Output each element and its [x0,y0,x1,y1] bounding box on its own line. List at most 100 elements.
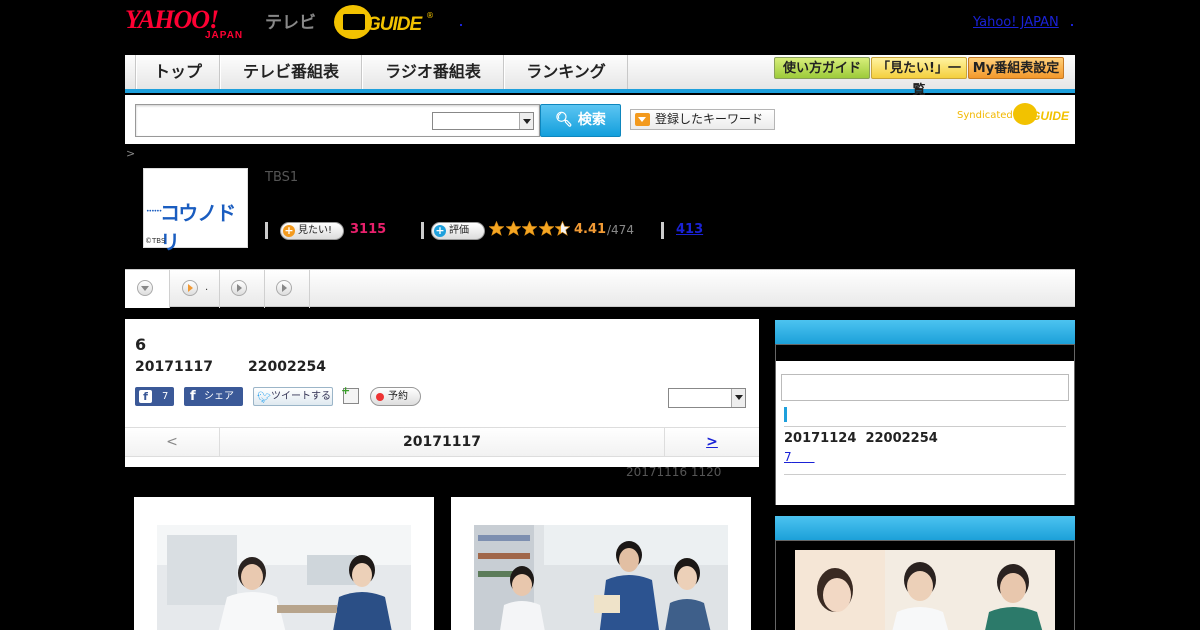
syndicated-label: Syndicated [957,110,1013,121]
registered-mark: ® [426,11,434,20]
sidebar-promo-image[interactable] [795,550,1055,630]
tab-2[interactable]: . [170,270,220,308]
want-count: 3115 [350,222,387,237]
updated-timestamp: 20171116 1120 [626,465,722,479]
want-to-watch-button[interactable]: + 見たい! [280,222,344,240]
prev-day-button[interactable]: < [125,428,220,456]
chevron-down-icon [519,113,533,129]
nav-tab-top[interactable]: トップ [136,55,220,89]
reserve-button[interactable]: 予約 [370,387,421,406]
saved-keywords-label: 登録したキーワード [655,112,764,126]
chevron-down-icon [137,280,153,296]
tab-3[interactable] [220,270,265,308]
plus-icon: + [341,384,351,397]
divider [661,222,664,239]
record-icon [376,393,384,401]
want-list-button[interactable]: 「見たい!」一覧 [871,57,967,98]
star-icon [489,221,504,236]
episode-photo-2-image [474,525,728,630]
tab-4[interactable] [265,270,310,308]
syndicated-logo-text: GUIDE [1031,109,1070,123]
usage-guide-button[interactable]: 使い方ガイド [774,57,870,79]
next-episode-link[interactable]: 7 [784,450,815,464]
thumbnail-dots: •••••• [146,208,162,215]
episode-photo-1[interactable] [134,497,434,630]
plus-icon: + [434,224,446,237]
tweet-button[interactable]: 🐦︎ ツイートする [253,387,333,406]
want-to-watch-label: 見たい! [298,225,333,236]
twitter-bird-icon: 🐦︎ [257,391,271,404]
rate-label: 評価 [449,225,469,236]
search-bar: 🔍︎ 検索 登録したキーワード Syndicated GUIDE [125,95,1075,144]
sidebar-box-1: 20171124 22002254 7 [775,344,1075,505]
tv-label[interactable]: テレビ [265,8,316,33]
thumbnail-title: コウノドリ [160,201,236,254]
header-dot-link[interactable] [460,24,462,26]
divider [265,222,268,239]
divider [784,426,1066,427]
facebook-share-label: シェア [204,391,234,402]
play-icon [276,280,292,296]
episode-time: 22002254 [248,359,326,375]
next-broadcast-info: 20171124 22002254 [784,431,938,446]
episode-photo-1-image [157,525,411,630]
syndicated-gguide-logo: GUIDE [1013,103,1070,127]
yahoo-japan-logo[interactable]: YAHOO! JAPAN [125,5,265,43]
facebook-share-button[interactable]: f シェア [184,387,243,406]
nav-tab-radio-listings[interactable]: ラジオ番組表 [362,55,504,89]
yahoo-japan-link[interactable]: Yahoo! JAPAN [973,15,1059,30]
calendar-add-icon[interactable]: + [341,384,359,404]
star-icon [505,221,521,236]
episode-title: 6 [135,335,147,354]
next-broadcast-time: 22002254 [865,431,938,446]
sidebar-box-1-body: 20171124 22002254 7 [776,361,1074,505]
chevron-down-icon [731,389,745,407]
facebook-count: 7 [162,391,169,402]
next-episode-link-label: 7 [784,450,792,464]
dropdown-arrow-icon [635,113,650,126]
star-icon [522,221,537,236]
breadcrumb[interactable]: > [126,147,135,160]
search-category-select[interactable] [432,112,534,130]
nav-tab-tv-listings[interactable]: テレビ番組表 [220,55,362,89]
gguide-logo[interactable]: GUIDE ® [334,5,434,43]
plus-icon: + [283,224,295,237]
rate-button[interactable]: + 評価 [431,222,485,240]
thumbnail-credit: ©TBS [145,237,166,245]
page: YAHOO! JAPAN テレビ GUIDE ® Yahoo! JAPAN トッ… [0,0,1200,630]
episode-panel: 6 20171117 22002254 f 7 f シェア 🐦︎ ツイートする … [125,319,759,467]
search-button[interactable]: 🔍︎ 検索 [540,104,621,137]
nav-tab-ranking[interactable]: ランキング [504,55,628,89]
rating-count: /474 [607,223,634,237]
saved-keywords-button[interactable]: 登録したキーワード [630,109,775,130]
header-dot-link-2[interactable] [1071,24,1073,26]
episode-date: 20171117 [135,359,213,375]
rating-value: 4.41 [574,222,607,237]
main-nav: トップ テレビ番組表 ラジオ番組表 ランキング 使い方ガイド 「見たい!」一覧 … [125,55,1075,98]
program-tabs: . [125,269,1075,308]
star-icon [538,221,554,236]
program-thumbnail[interactable]: •••••• コウノドリ ©TBS [143,168,248,254]
sidebar-input[interactable] [781,374,1069,401]
facebook-icon: f [139,390,152,403]
episode-photo-2[interactable] [451,497,751,630]
next-broadcast-date: 20171124 [784,431,857,446]
facebook-icon: f [190,389,196,404]
japan-logo-text: JAPAN [205,30,244,41]
divider [421,222,424,239]
next-day-link[interactable]: > [664,428,759,456]
search-button-label: 検索 [577,112,606,128]
review-count-link[interactable]: 413 [676,222,703,237]
facebook-like-button[interactable]: f 7 [135,387,174,406]
divider [784,474,1066,475]
sidebar-box-2 [775,540,1075,630]
tab-2-label: . [205,282,209,293]
my-listings-settings-button[interactable]: My番組表設定 [968,57,1064,79]
search-icon: 🔍︎ [555,112,573,128]
star-icon [555,221,570,236]
tab-1[interactable] [125,270,170,308]
nav-left-edge [125,55,136,89]
sidebar-header-1 [775,320,1075,345]
episode-select[interactable] [668,388,746,408]
date-pager: < 20171117 > [125,427,759,457]
